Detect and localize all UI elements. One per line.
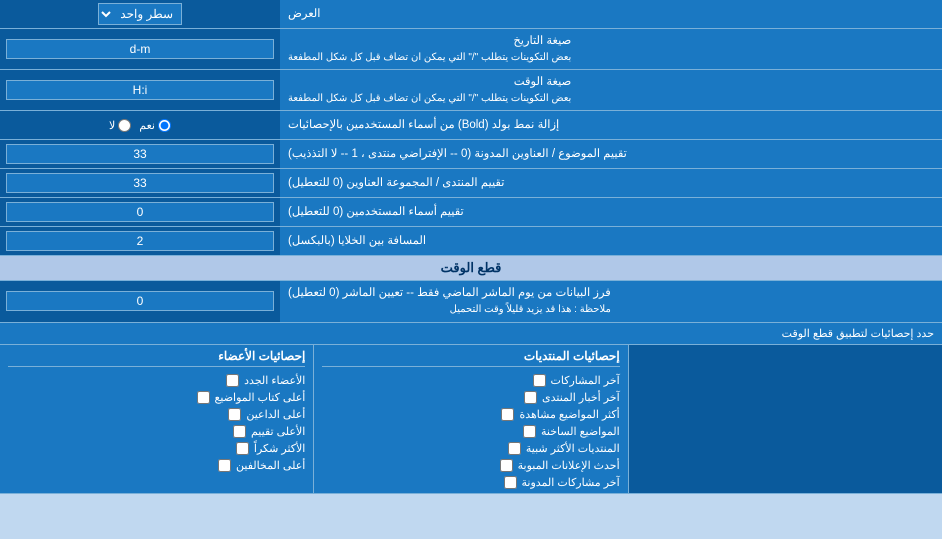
topic-address-input-cell — [0, 140, 280, 168]
topic-address-label: تقييم الموضوع / العناوين المدونة (0 -- ا… — [280, 140, 942, 168]
usernames-order-label: تقييم أسماء المستخدمين (0 للتعطيل) — [280, 198, 942, 226]
cutoff-input[interactable] — [6, 291, 274, 311]
remove-bold-label: إزالة نمط بولد (Bold) من أسماء المستخدمي… — [280, 111, 942, 139]
cutoff-section-header: قطع الوقت — [0, 256, 942, 281]
forum-address-input-cell — [0, 169, 280, 197]
remove-bold-radio-group: نعم لا — [109, 119, 171, 132]
display-label: العرض — [280, 0, 942, 28]
stat-member-5: الأكثر شكراً — [8, 442, 305, 455]
remove-bold-no-label[interactable]: لا — [109, 119, 131, 132]
stats-members-header: إحصائيات الأعضاء — [8, 349, 305, 367]
cutoff-label: فرز البيانات من يوم الماشر الماضي فقط --… — [280, 281, 942, 321]
cutoff-input-cell — [0, 281, 280, 321]
remove-bold-no-radio[interactable] — [118, 119, 131, 132]
forum-address-label: تقييم المنتدى / المجموعة العناوين (0 للت… — [280, 169, 942, 197]
stat-member-3: أعلى الداعين — [8, 408, 305, 421]
stat-forum-6-checkbox[interactable] — [500, 459, 513, 472]
stat-member-4-checkbox[interactable] — [233, 425, 246, 438]
stat-member-2-checkbox[interactable] — [197, 391, 210, 404]
stats-columns-row: إحصائيات المنتديات آخر المشاركات آخر أخب… — [0, 345, 942, 494]
stat-forum-4: المواضيع الساخنة — [322, 425, 619, 438]
usernames-order-input-cell — [0, 198, 280, 226]
stat-forum-2: آخر أخبار المنتدى — [322, 391, 619, 404]
remove-bold-yes-label[interactable]: نعم — [139, 119, 171, 132]
stat-forum-7: آخر مشاركات المدونة — [322, 476, 619, 489]
stat-forum-4-checkbox[interactable] — [523, 425, 536, 438]
stat-member-1: الأعضاء الجدد — [8, 374, 305, 387]
stat-forum-1: آخر المشاركات — [322, 374, 619, 387]
stats-empty-col — [628, 345, 942, 493]
stats-forums-col: إحصائيات المنتديات آخر المشاركات آخر أخب… — [313, 345, 627, 493]
time-format-label: صيغة الوقتبعض التكوينات يتطلب "/" التي ي… — [280, 70, 942, 110]
stat-member-4: الأعلى تقييم — [8, 425, 305, 438]
remove-bold-yes-radio[interactable] — [158, 119, 171, 132]
time-format-input-cell — [0, 70, 280, 110]
usernames-order-input[interactable] — [6, 202, 274, 222]
display-dropdown-cell: سطر واحد سطرين ثلاثة أسطر — [0, 0, 280, 28]
stat-forum-3-checkbox[interactable] — [501, 408, 514, 421]
stat-forum-5: المنتديات الأكثر شبية — [322, 442, 619, 455]
date-format-input[interactable] — [6, 39, 274, 59]
cell-spacing-label: المسافة بين الخلايا (بالبكسل) — [280, 227, 942, 255]
stat-forum-3: أكثر المواضيع مشاهدة — [322, 408, 619, 421]
stat-member-2: أعلى كتاب المواضيع — [8, 391, 305, 404]
cell-spacing-input-cell — [0, 227, 280, 255]
limit-row: حدد إحصائيات لتطبيق قطع الوقت — [0, 323, 942, 345]
stat-forum-7-checkbox[interactable] — [504, 476, 517, 489]
stats-members-col: إحصائيات الأعضاء الأعضاء الجدد أعلى كتاب… — [0, 345, 313, 493]
stat-forum-6: أحدث الإعلانات المبوبة — [322, 459, 619, 472]
stat-forum-1-checkbox[interactable] — [533, 374, 546, 387]
stat-member-3-checkbox[interactable] — [228, 408, 241, 421]
cell-spacing-input[interactable] — [6, 231, 274, 251]
date-format-input-cell — [0, 29, 280, 69]
date-format-label: صيغة التاريخبعض التكوينات يتطلب "/" التي… — [280, 29, 942, 69]
remove-bold-input-cell: نعم لا — [0, 111, 280, 139]
display-select[interactable]: سطر واحد سطرين ثلاثة أسطر — [98, 3, 182, 25]
stat-member-6: أعلى المخالفين — [8, 459, 305, 472]
limit-label: حدد إحصائيات لتطبيق قطع الوقت — [8, 327, 934, 340]
stat-forum-2-checkbox[interactable] — [524, 391, 537, 404]
stats-forums-header: إحصائيات المنتديات — [322, 349, 619, 367]
stat-member-5-checkbox[interactable] — [236, 442, 249, 455]
stat-forum-5-checkbox[interactable] — [508, 442, 521, 455]
forum-address-input[interactable] — [6, 173, 274, 193]
stat-member-6-checkbox[interactable] — [218, 459, 231, 472]
stat-member-1-checkbox[interactable] — [226, 374, 239, 387]
topic-address-input[interactable] — [6, 144, 274, 164]
time-format-input[interactable] — [6, 80, 274, 100]
